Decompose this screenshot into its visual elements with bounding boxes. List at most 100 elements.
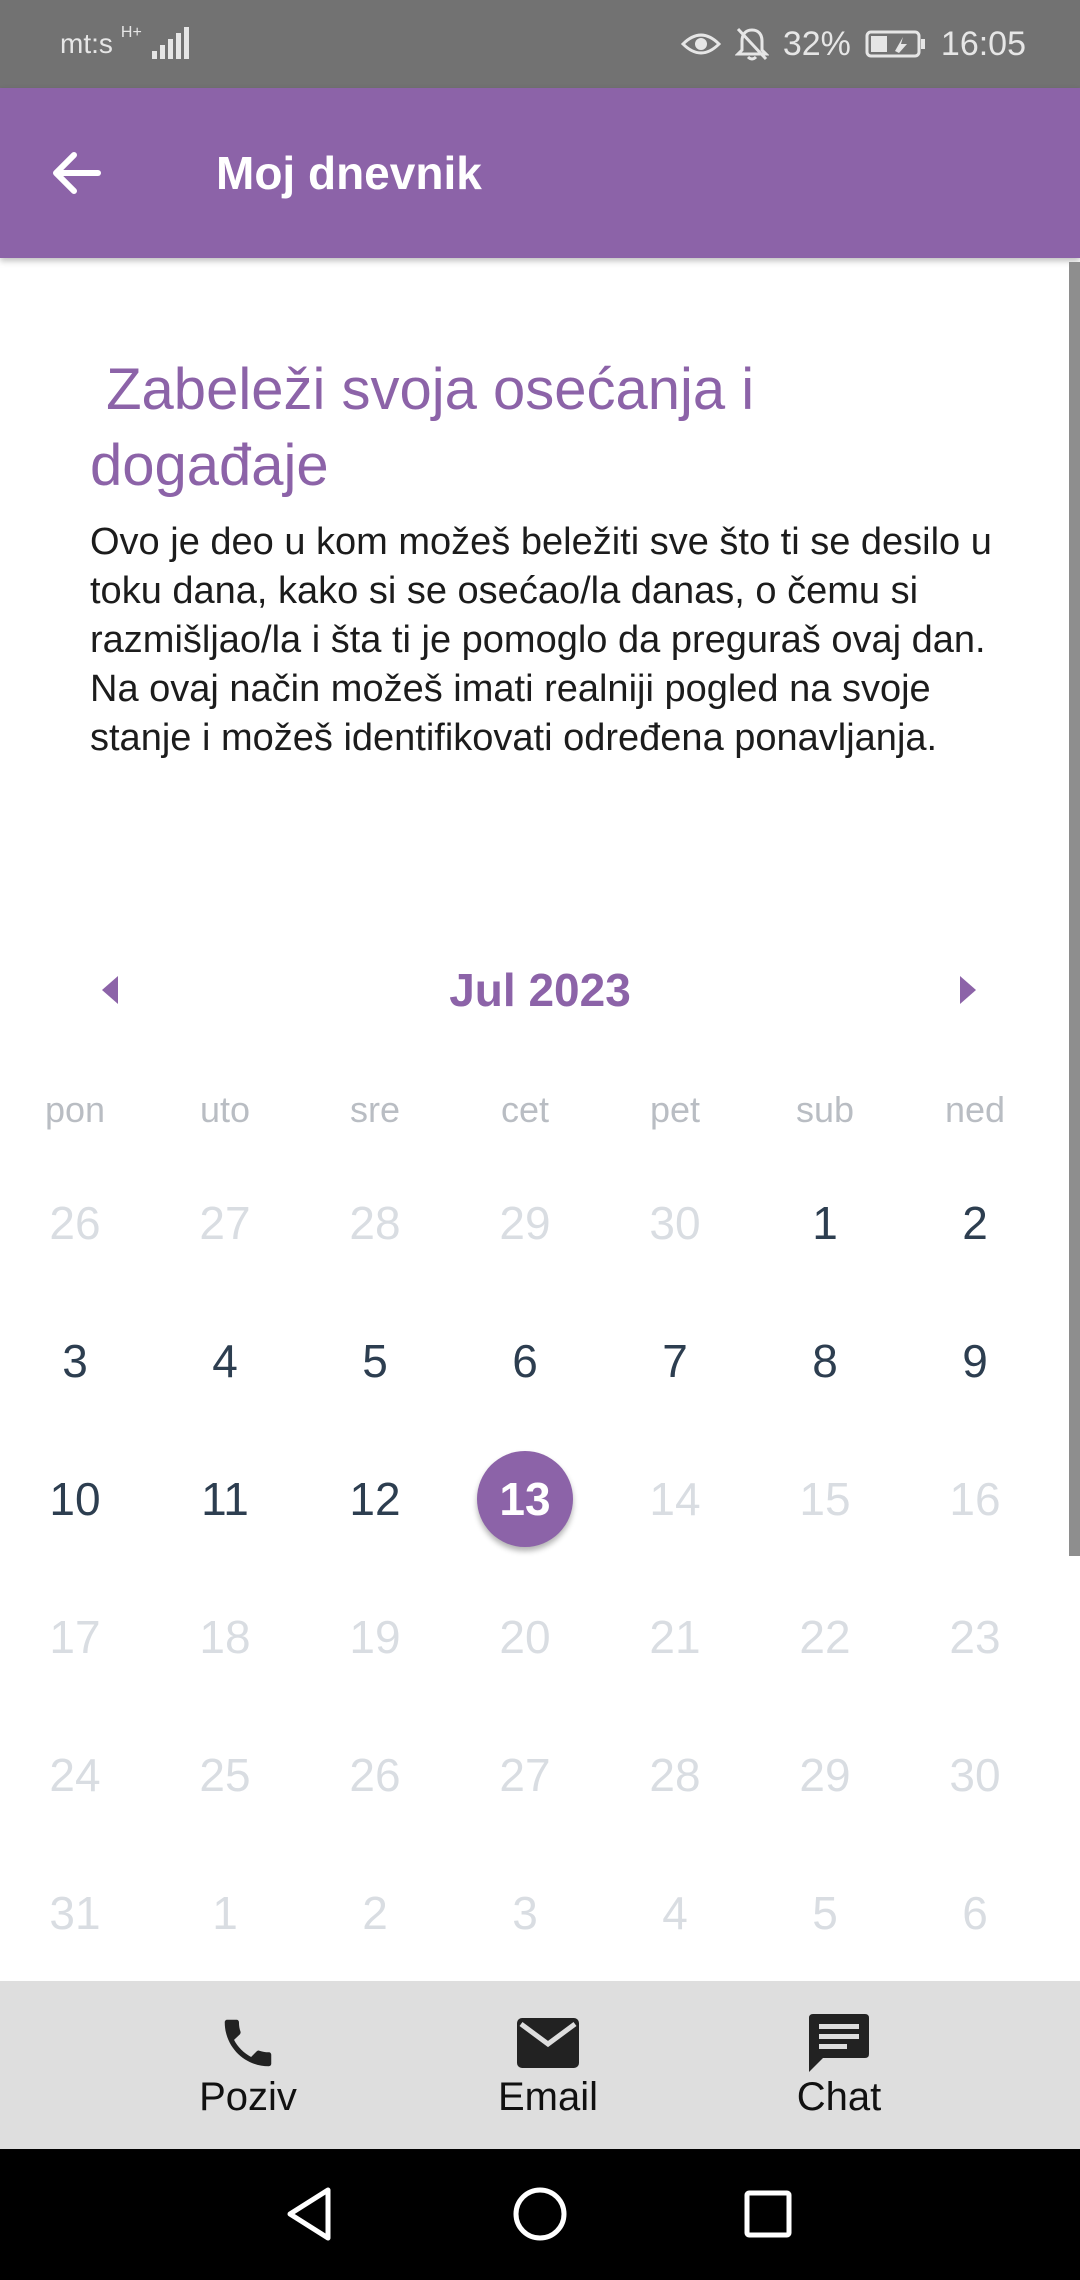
call-label: Poziv [199, 2074, 297, 2119]
calendar-day-number: 11 [201, 1473, 249, 1525]
calendar-header: Jul 2023 [0, 950, 1080, 1030]
calendar-day[interactable]: 6 [900, 1844, 1050, 1982]
calendar-day-number: 17 [49, 1611, 101, 1663]
weekday-label: uto [199, 1089, 251, 1130]
calendar-day-number: 28 [649, 1749, 701, 1801]
calendar-day[interactable]: 28 [300, 1154, 450, 1292]
calendar-day-number: 12 [349, 1473, 401, 1525]
back-button[interactable] [46, 143, 106, 203]
status-right: 32% 16:05 [680, 0, 1026, 88]
call-button[interactable]: Poziv [148, 1981, 348, 2149]
calendar-month-label: Jul 2023 [449, 964, 631, 1016]
calendar-day-number: 28 [349, 1197, 401, 1249]
calendar-day[interactable]: 14 [600, 1430, 750, 1568]
calendar-day-number: 26 [349, 1749, 401, 1801]
calendar-day[interactable]: 16 [900, 1430, 1050, 1568]
calendar-day[interactable]: 24 [0, 1706, 150, 1844]
calendar-day[interactable]: 17 [0, 1568, 150, 1706]
chat-button[interactable]: Chat [739, 1981, 939, 2149]
calendar-day-number: 6 [512, 1335, 538, 1387]
calendar-day-selected[interactable]: 13 [450, 1430, 600, 1568]
eye-comfort-icon [680, 29, 721, 59]
calendar-day[interactable]: 7 [600, 1292, 750, 1430]
calendar-day[interactable]: 2 [900, 1154, 1050, 1292]
calendar-day[interactable]: 4 [150, 1292, 300, 1430]
notifications-off-icon [734, 26, 769, 62]
calendar-day[interactable]: 1 [750, 1154, 900, 1292]
calendar-day[interactable]: 5 [300, 1292, 450, 1430]
calendar-day-number: 8 [812, 1335, 838, 1387]
calendar-day[interactable]: 30 [600, 1154, 750, 1292]
signal-icon [150, 27, 190, 61]
calendar-day-number: 27 [199, 1197, 251, 1249]
calendar-day-number: 7 [662, 1335, 688, 1387]
calendar-day[interactable]: 3 [450, 1844, 600, 1982]
calendar-day[interactable]: 9 [900, 1292, 1050, 1430]
calendar-day-number: 5 [362, 1335, 388, 1387]
calendar-day[interactable]: 30 [900, 1706, 1050, 1844]
calendar-day[interactable]: 8 [750, 1292, 900, 1430]
calendar-day[interactable]: 19 [300, 1568, 450, 1706]
calendar-day[interactable]: 1 [150, 1844, 300, 1982]
calendar-day[interactable]: 15 [750, 1430, 900, 1568]
calendar-day-number: 10 [49, 1473, 101, 1525]
calendar-day[interactable]: 26 [0, 1154, 150, 1292]
calendar-day[interactable]: 20 [450, 1568, 600, 1706]
status-bar: mt:s H+ 32% 16:05 [0, 0, 1080, 88]
app-bar: Moj dnevnik [0, 88, 1080, 258]
calendar-day-number: 31 [49, 1887, 101, 1939]
calendar-day-number: 19 [349, 1611, 401, 1663]
calendar-day[interactable]: 25 [150, 1706, 300, 1844]
calendar-day[interactable]: 31 [0, 1844, 150, 1982]
calendar-day-number: 24 [49, 1749, 101, 1801]
chat-icon [807, 2011, 871, 2075]
triangle-back-icon [287, 2187, 331, 2241]
calendar-day[interactable]: 4 [600, 1844, 750, 1982]
calendar-day[interactable]: 18 [150, 1568, 300, 1706]
calendar-day[interactable]: 29 [450, 1154, 600, 1292]
calendar-day-number: 4 [662, 1887, 688, 1939]
calendar-day[interactable]: 3 [0, 1292, 150, 1430]
network-type: H+ [120, 24, 142, 41]
calendar-day[interactable]: 2 [300, 1844, 450, 1982]
previous-month-button[interactable] [90, 970, 130, 1010]
calendar-day[interactable]: 23 [900, 1568, 1050, 1706]
calendar-day-number: 1 [812, 1197, 838, 1249]
calendar-day-number: 30 [949, 1749, 1001, 1801]
next-month-button[interactable] [948, 970, 988, 1010]
chat-label: Chat [796, 2074, 882, 2119]
weekday-label: cet [500, 1089, 550, 1130]
calendar-day[interactable]: 5 [750, 1844, 900, 1982]
calendar-day[interactable]: 27 [450, 1706, 600, 1844]
calendar-day[interactable]: 11 [150, 1430, 300, 1568]
calendar-day-number: 23 [949, 1611, 1001, 1663]
calendar-day[interactable]: 6 [450, 1292, 600, 1430]
calendar-day-number: 2 [362, 1887, 388, 1939]
mail-icon [515, 2011, 581, 2075]
calendar-day[interactable]: 26 [300, 1706, 450, 1844]
calendar-day[interactable]: 12 [300, 1430, 450, 1568]
system-back-button[interactable] [274, 2179, 344, 2249]
calendar-day-number: 4 [212, 1335, 238, 1387]
calendar-day[interactable]: 21 [600, 1568, 750, 1706]
battery-percent: 32% [782, 24, 851, 63]
calendar-day-number: 3 [62, 1335, 88, 1387]
calendar-day-number: 18 [199, 1611, 251, 1663]
calendar-day[interactable]: 28 [600, 1706, 750, 1844]
calendar-day[interactable]: 29 [750, 1706, 900, 1844]
calendar-day-number: 29 [799, 1749, 851, 1801]
calendar-day-number: 9 [962, 1335, 988, 1387]
weekday-label: ned [944, 1089, 1006, 1130]
calendar-day-number: 29 [499, 1197, 551, 1249]
calendar-day[interactable]: 10 [0, 1430, 150, 1568]
system-recents-button[interactable] [733, 2179, 803, 2249]
calendar-grid: 26 27 28 29 30 1 2 3 4 5 6 7 8 9 10 11 12 13 14 15 16 17 18 19 2… [0, 1154, 1050, 1982]
system-home-button[interactable] [505, 2179, 575, 2249]
email-button[interactable]: Email [448, 1981, 648, 2149]
calendar-day[interactable]: 22 [750, 1568, 900, 1706]
calendar-day[interactable]: 27 [150, 1154, 300, 1292]
page-title: Moj dnevnik [216, 147, 482, 199]
scrollbar[interactable] [1069, 262, 1080, 1556]
calendar-day-number: 13 [477, 1451, 573, 1547]
intro-heading: Zabeleži svoja osećanja i događaje [90, 357, 771, 498]
